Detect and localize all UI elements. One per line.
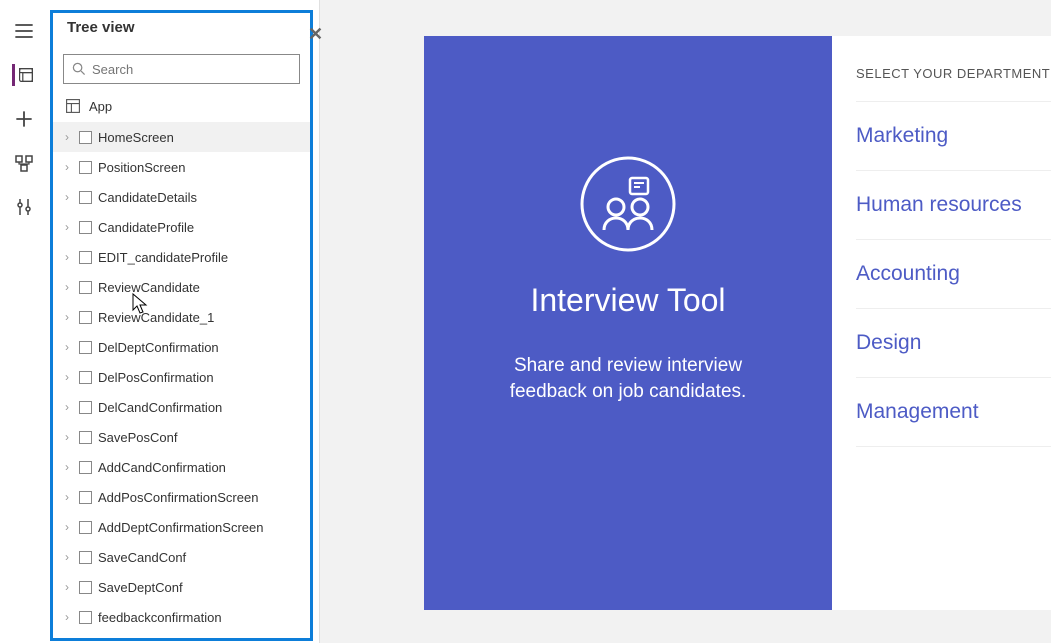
hamburger-icon[interactable]	[13, 20, 35, 42]
tree-item[interactable]: › DelPosConfirmation	[53, 362, 310, 392]
chevron-right-icon[interactable]: ›	[61, 520, 73, 534]
screen-icon	[79, 611, 92, 624]
department-item[interactable]: Design	[856, 309, 1051, 378]
screen-icon	[79, 131, 92, 144]
chevron-right-icon[interactable]: ›	[61, 340, 73, 354]
chevron-right-icon[interactable]: ›	[61, 190, 73, 204]
tree-item[interactable]: › AddPosConfirmationScreen	[53, 482, 310, 512]
phone-preview: Interview Tool Share and review intervie…	[424, 36, 832, 610]
plus-icon[interactable]	[13, 108, 35, 130]
app-title: Interview Tool	[530, 282, 725, 319]
tree-panel: Tree view App ›HomeScreen···›PositionScr…	[48, 0, 320, 643]
tree-item[interactable]: ›HomeScreen···	[53, 122, 310, 152]
tree-item-label: AddPosConfirmationScreen	[98, 490, 306, 505]
screen-icon	[79, 341, 92, 354]
chevron-right-icon[interactable]: ›	[61, 220, 73, 234]
app-graphic-icon	[578, 154, 678, 254]
screen-icon	[79, 191, 92, 204]
screen-icon	[79, 371, 92, 384]
screen-icon	[79, 461, 92, 474]
tree-item-label: HomeScreen	[98, 130, 306, 145]
chevron-right-icon[interactable]: ›	[61, 280, 73, 294]
app-root-row[interactable]: App	[53, 92, 310, 122]
tree-title: Tree view	[67, 19, 135, 36]
screen-icon	[79, 161, 92, 174]
chevron-right-icon[interactable]: ›	[61, 160, 73, 174]
app-label: App	[89, 99, 112, 114]
tree-item[interactable]: › PositionScreen	[53, 152, 310, 182]
tree-item[interactable]: › CandidateDetails	[53, 182, 310, 212]
tree-item[interactable]: › SaveDeptConf	[53, 572, 310, 602]
tree-item-label: AddCandConfirmation	[98, 460, 306, 475]
tree-item-label: ReviewCandidate	[98, 280, 306, 295]
tree-item[interactable]: ›ReviewCandidate···	[53, 272, 310, 302]
screen-icon	[79, 311, 92, 324]
chevron-right-icon[interactable]: ›	[61, 550, 73, 564]
tree-item[interactable]: › EDIT_candidateProfile	[53, 242, 310, 272]
tree-item[interactable]: › AddCandConfirmation	[53, 452, 310, 482]
chevron-right-icon[interactable]: ›	[61, 130, 73, 144]
department-item[interactable]: Accounting	[856, 240, 1051, 309]
tree-item-label: EDIT_candidateProfile	[98, 250, 306, 265]
search-input-wrap[interactable]	[63, 54, 300, 84]
screen-icon	[79, 551, 92, 564]
chevron-right-icon[interactable]: ›	[61, 370, 73, 384]
department-item[interactable]: Management	[856, 378, 1051, 447]
tree-item[interactable]: › DelCandConfirmation	[53, 392, 310, 422]
tree-item[interactable]: › feedbackconfirmation	[53, 602, 310, 632]
department-item[interactable]: Marketing	[856, 101, 1051, 171]
screen-icon	[79, 251, 92, 264]
data-icon[interactable]	[13, 152, 35, 174]
chevron-right-icon[interactable]: ›	[61, 610, 73, 624]
department-item[interactable]: Human resources	[856, 171, 1051, 240]
chevron-right-icon[interactable]: ›	[61, 490, 73, 504]
tree-item-label: SaveCandConf	[98, 550, 306, 565]
tree-view-icon[interactable]	[12, 64, 34, 86]
tree-item-label: CandidateDetails	[98, 190, 306, 205]
screen-icon	[79, 431, 92, 444]
screen-icon	[79, 281, 92, 294]
tree-item-label: CandidateProfile	[98, 220, 306, 235]
tree-item-label: PositionScreen	[98, 160, 306, 175]
tree-list: ›HomeScreen···›PositionScreen›CandidateD…	[53, 122, 310, 638]
department-list: MarketingHuman resourcesAccountingDesign…	[856, 101, 1051, 447]
chevron-right-icon[interactable]: ›	[61, 430, 73, 444]
search-input[interactable]	[92, 62, 291, 77]
tree-item[interactable]: › SaveCandConf	[53, 542, 310, 572]
screen-icon	[79, 401, 92, 414]
tree-item-label: AddDeptConfirmationScreen	[98, 520, 306, 535]
tree-item-label: SaveDeptConf	[98, 580, 306, 595]
chevron-right-icon[interactable]: ›	[61, 310, 73, 324]
app-icon	[65, 98, 81, 114]
tree-item-label: DelPosConfirmation	[98, 370, 306, 385]
app-description: Share and review interview feedback on j…	[488, 353, 768, 404]
search-icon	[72, 62, 86, 76]
tree-item-label: ReviewCandidate_1	[98, 310, 306, 325]
department-panel: SELECT YOUR DEPARTMENT MarketingHuman re…	[832, 36, 1051, 610]
tree-item[interactable]: › ReviewCandidate_1	[53, 302, 310, 332]
chevron-right-icon[interactable]: ›	[61, 250, 73, 264]
chevron-right-icon[interactable]: ›	[61, 580, 73, 594]
screen-icon	[79, 521, 92, 534]
tree-item-label: SavePosConf	[98, 430, 306, 445]
tree-item-label: feedbackconfirmation	[98, 610, 306, 625]
tree-item[interactable]: › AddDeptConfirmationScreen	[53, 512, 310, 542]
tree-item-label: DelCandConfirmation	[98, 400, 306, 415]
tree-item-label: DelDeptConfirmation	[98, 340, 306, 355]
tools-icon[interactable]	[13, 196, 35, 218]
chevron-right-icon[interactable]: ›	[61, 460, 73, 474]
tree-item[interactable]: › SavePosConf	[53, 422, 310, 452]
screen-icon	[79, 581, 92, 594]
canvas: Interview Tool Share and review intervie…	[320, 0, 1051, 643]
close-icon[interactable]: ✕	[308, 24, 323, 45]
tree-item[interactable]: › CandidateProfile	[53, 212, 310, 242]
chevron-right-icon[interactable]: ›	[61, 400, 73, 414]
department-header: SELECT YOUR DEPARTMENT	[856, 36, 1051, 101]
screen-icon	[79, 491, 92, 504]
tree-item[interactable]: › DelDeptConfirmation	[53, 332, 310, 362]
screen-icon	[79, 221, 92, 234]
left-toolbar	[0, 0, 48, 643]
